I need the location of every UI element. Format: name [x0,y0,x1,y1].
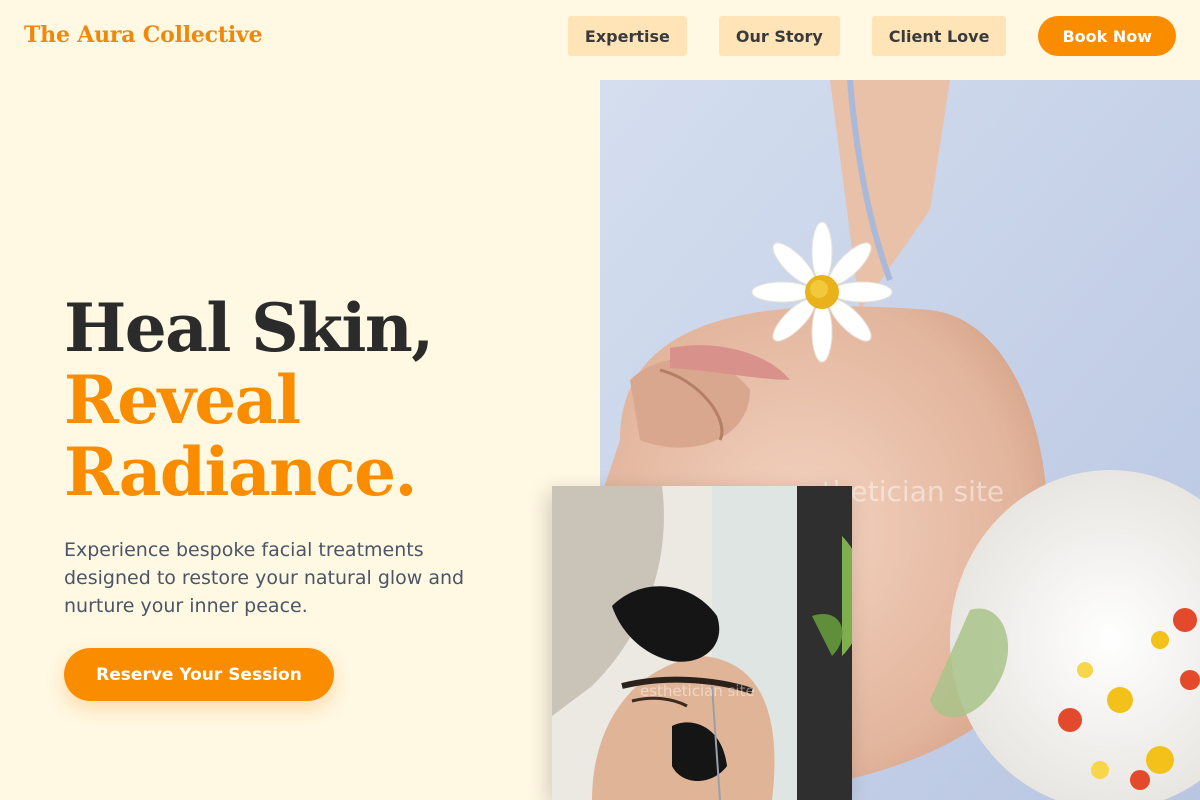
nav-item-expertise[interactable]: Expertise [567,16,687,56]
headline-line-2: Reveal [64,361,301,439]
treatment-inset-photo: esthetician site [552,486,852,800]
nav-item-client-love[interactable]: Client Love [871,16,1007,56]
top-navigation: Expertise Our Story Client Love Book Now [536,16,1176,56]
reserve-session-button[interactable]: Reserve Your Session [64,648,334,701]
hero-headline: Heal Skin, Reveal Radiance. [64,292,544,508]
extraction-treatment-illustration [552,486,852,800]
inset-watermark: esthetician site [640,682,755,700]
book-now-button[interactable]: Book Now [1038,16,1176,56]
hero-section: Heal Skin, Reveal Radiance. Experience b… [64,292,544,701]
hero-subtitle: Experience bespoke facial treatments des… [64,539,465,617]
brand-logo[interactable]: The Aura Collective [24,22,263,48]
headline-line-1: Heal Skin, [64,289,434,367]
nav-item-our-story[interactable]: Our Story [718,16,840,56]
headline-line-3: Radiance. [64,433,417,511]
